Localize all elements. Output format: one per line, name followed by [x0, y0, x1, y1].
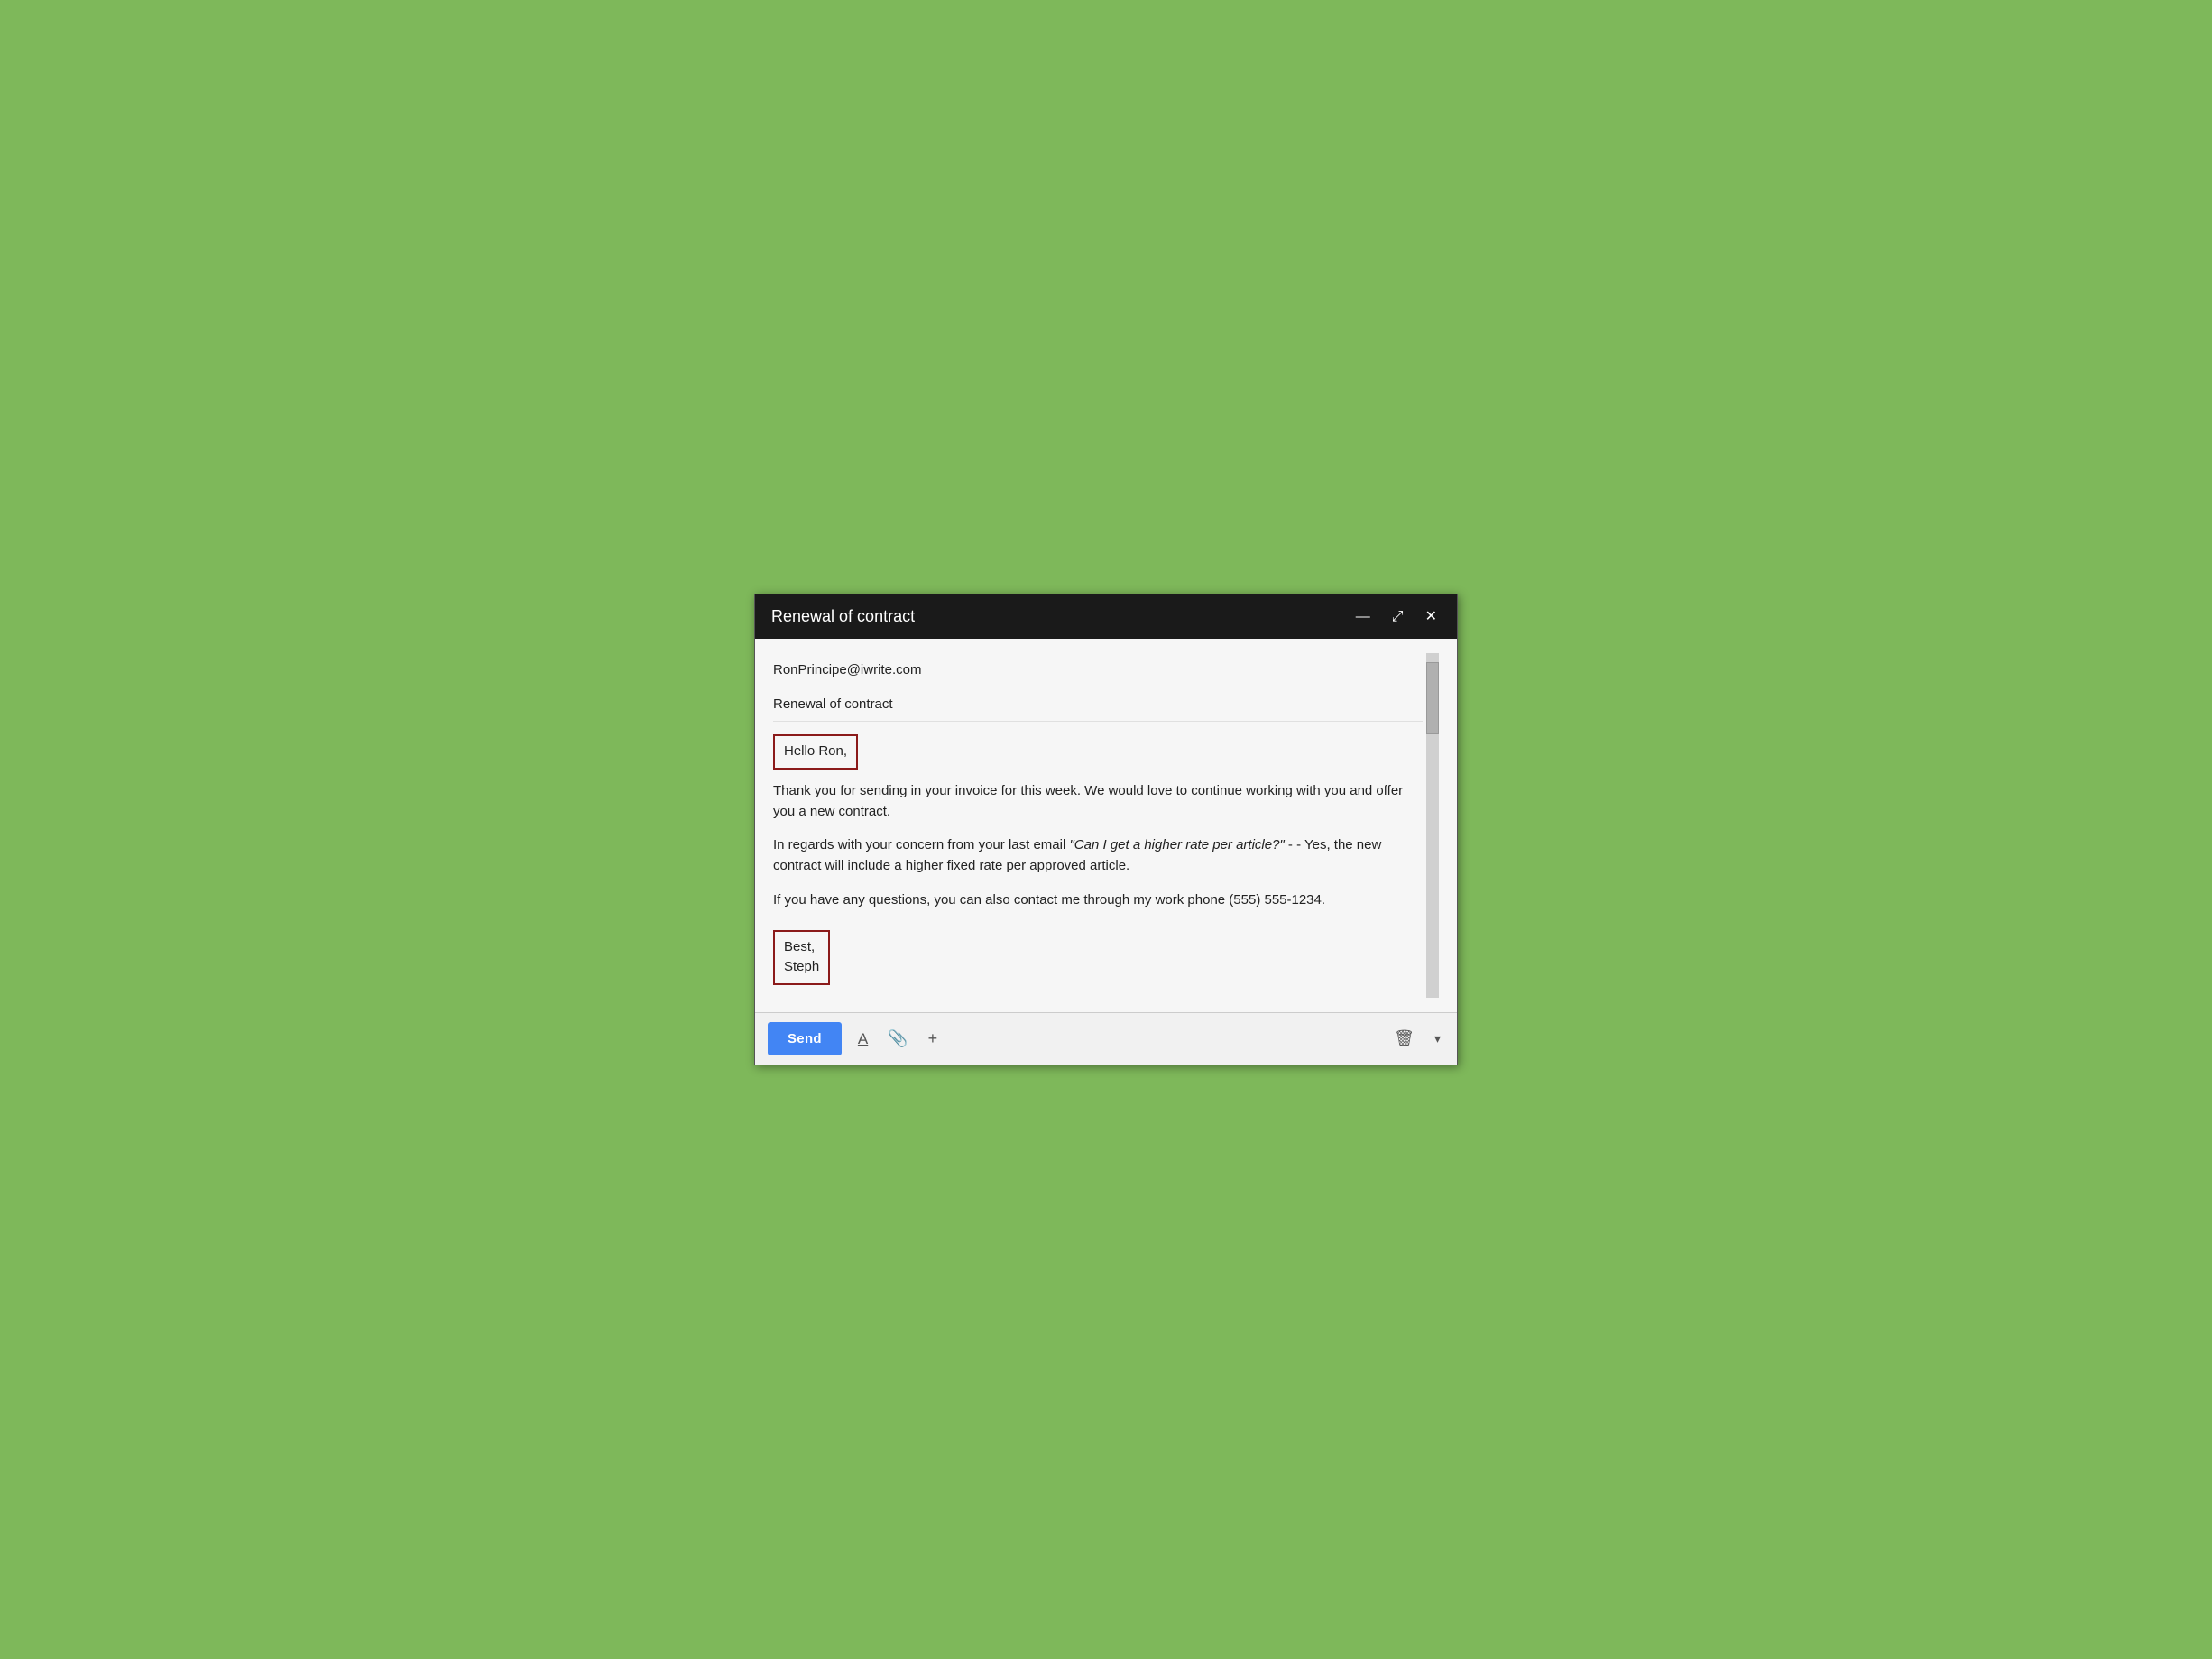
scrollbar[interactable] [1426, 653, 1439, 998]
trash-icon: 🗑 [1394, 1029, 1415, 1047]
send-button[interactable]: Send [768, 1022, 842, 1055]
plus-icon: + [928, 1029, 938, 1047]
email-content: RonPrincipe@iwrite.com Renewal of contra… [773, 653, 1423, 998]
subject-value: Renewal of contract [773, 696, 893, 712]
email-body: RonPrincipe@iwrite.com Renewal of contra… [755, 639, 1457, 1012]
email-body-area[interactable]: Hello Ron, Thank you for sending in your… [773, 722, 1423, 998]
paragraph2-before: In regards with your concern from your l… [773, 837, 1069, 853]
chevron-down-icon: ▾ [1434, 1031, 1441, 1046]
minimize-button[interactable]: — [1352, 608, 1374, 626]
more-options-button[interactable]: + [925, 1026, 942, 1052]
greeting-box: Hello Ron, [773, 734, 858, 770]
to-value: RonPrincipe@iwrite.com [773, 662, 921, 677]
signature-text: Steph [784, 957, 819, 978]
closing-box: Best, Steph [773, 930, 830, 985]
paragraph-2: In regards with your concern from your l… [773, 834, 1423, 877]
paperclip-icon: 📎 [888, 1029, 908, 1047]
scrollbar-thumb[interactable] [1426, 662, 1439, 734]
closing-text: Best, [784, 937, 819, 958]
attachment-button[interactable]: 📎 [884, 1026, 911, 1052]
greeting-text: Hello Ron, [784, 743, 847, 759]
close-button[interactable]: ✕ [1422, 608, 1441, 626]
delete-button[interactable]: 🗑 [1390, 1026, 1418, 1052]
font-icon: A [858, 1030, 868, 1047]
window-controls: — ⤢ ✕ [1352, 608, 1441, 626]
compose-toolbar: Send A 📎 + 🗑 ▾ [755, 1012, 1457, 1065]
email-compose-window: Renewal of contract — ⤢ ✕ RonPrincipe@iw… [754, 594, 1458, 1065]
paragraph-1: Thank you for sending in your invoice fo… [773, 780, 1423, 823]
maximize-button[interactable]: ⤢ [1388, 608, 1407, 626]
subject-field[interactable]: Renewal of contract [773, 687, 1423, 722]
window-title: Renewal of contract [771, 607, 915, 626]
paragraph-3: If you have any questions, you can also … [773, 889, 1423, 910]
font-format-button[interactable]: A [854, 1026, 871, 1052]
paragraph2-quote: "Can I get a higher rate per article?" [1069, 837, 1284, 853]
title-bar: Renewal of contract — ⤢ ✕ [755, 594, 1457, 639]
to-field[interactable]: RonPrincipe@iwrite.com [773, 653, 1423, 687]
more-menu-button[interactable]: ▾ [1431, 1028, 1444, 1050]
